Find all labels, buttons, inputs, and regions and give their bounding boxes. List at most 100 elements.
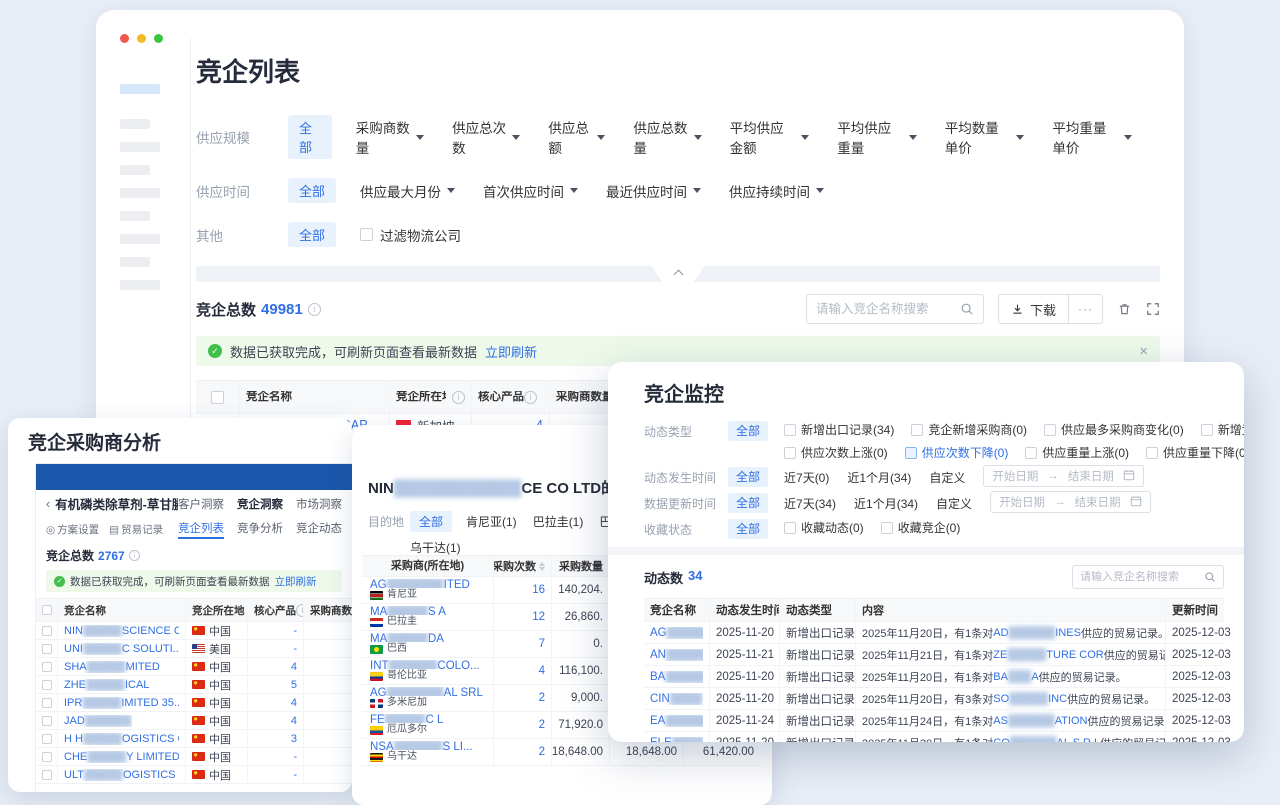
filter-dropdown[interactable]: 供应总数量 (633, 117, 701, 157)
row-checkbox[interactable] (36, 676, 58, 693)
purchase-times-cell[interactable]: 4 (494, 658, 552, 684)
filter-dropdown[interactable]: 平均数量单价 (945, 117, 1025, 157)
company-name-cell[interactable]: NIN█████SCIENCE C... (58, 622, 186, 639)
type-filter-checkbox[interactable]: 供应次数下降(0) (905, 444, 1009, 461)
purchaser-name[interactable]: AG███████ITED (370, 579, 470, 588)
company-name-cell[interactable]: SHA█████MITED (58, 658, 186, 675)
destination-all-chip[interactable]: 全部 (410, 511, 452, 532)
row-checkbox[interactable] (36, 766, 58, 783)
filter-all-chip[interactable]: 全部 (728, 467, 768, 487)
filter-dropdown[interactable]: 平均重量单价 (1052, 117, 1132, 157)
delete-button-toolbar[interactable] (1117, 302, 1132, 317)
toolbar-button[interactable]: ◎方案设置 (46, 522, 99, 537)
filter-all-chip[interactable]: 全部 (288, 222, 336, 247)
insight-tab[interactable]: 客户洞察 (178, 496, 224, 512)
minimize-window-icon[interactable] (137, 34, 146, 43)
destination-tab[interactable]: 乌干达(1) (410, 539, 461, 556)
destination-tab[interactable]: 肯尼亚(1) (466, 513, 517, 530)
company-name-cell[interactable]: IPR█████IMITED 35... (58, 694, 186, 711)
banner-close-icon[interactable]: × (1139, 343, 1148, 360)
filter-all-chip[interactable]: 全部 (728, 421, 768, 441)
company-name-cell[interactable]: ELE████NDU... (644, 732, 710, 742)
custom-range-option[interactable]: 自定义 (936, 493, 972, 512)
filter-dropdown[interactable]: 平均供应重量 (837, 117, 917, 157)
filter-dropdown[interactable]: 供应总额 (548, 117, 605, 157)
type-filter-checkbox[interactable]: 供应重量上涨(0) (1025, 444, 1129, 461)
insight-tab[interactable]: 市场洞察 (296, 496, 342, 512)
time-range-option[interactable]: 近7天(34) (784, 493, 836, 512)
purchaser-name[interactable]: FE█████C L (370, 714, 443, 723)
date-range-input[interactable]: 开始日期→结束日期 (990, 491, 1151, 513)
refresh-now-link[interactable]: 立即刷新 (485, 342, 537, 361)
row-checkbox[interactable] (36, 748, 58, 765)
purchase-times-cell[interactable]: 2 (494, 685, 552, 711)
time-range-option[interactable]: 近1个月(34) (854, 493, 918, 512)
breadcrumb[interactable]: ‹ 有机磷类除草剂-草甘膦 (46, 494, 178, 513)
core-products-cell[interactable]: 3 (248, 730, 304, 747)
row-checkbox[interactable] (36, 658, 58, 675)
company-name-cell[interactable]: UNI█████C SOLUTI... (58, 640, 186, 657)
filter-all-chip[interactable]: 全部 (288, 178, 336, 203)
destination-tab[interactable]: 巴拉圭(1) (533, 513, 584, 530)
purchaser-name[interactable]: NSA██████S LI... (370, 741, 473, 750)
row-checkbox[interactable] (36, 622, 58, 639)
insight-subtab[interactable]: 竞企动态 (296, 520, 342, 539)
purchase-times-cell[interactable]: 12 (494, 604, 552, 630)
date-range-input[interactable]: 开始日期→结束日期 (983, 465, 1144, 487)
competitor-search-input[interactable] (816, 302, 960, 316)
core-products-cell[interactable]: - (248, 766, 304, 783)
core-products-cell[interactable]: - (248, 748, 304, 765)
filter-dropdown[interactable]: 供应持续时间 (729, 181, 824, 201)
purchaser-name[interactable]: MA█████S A (370, 606, 446, 615)
company-name-cell[interactable]: H H█████OGISTICS C... (58, 730, 186, 747)
row-checkbox[interactable] (36, 712, 58, 729)
fav-filter-checkbox[interactable]: 收藏动态(0) (784, 519, 864, 536)
close-window-icon[interactable] (120, 34, 129, 43)
row-checkbox[interactable] (36, 694, 58, 711)
collapse-notch[interactable] (645, 266, 711, 282)
filter-dropdown[interactable]: 最近供应时间 (606, 181, 701, 201)
fullscreen-button[interactable] (1146, 302, 1160, 316)
filters-collapse-strip[interactable] (196, 266, 1160, 282)
toolbar-button[interactable]: ▤贸易记录 (109, 522, 163, 537)
company-name-cell[interactable]: JAD██████ (58, 712, 186, 729)
type-filter-checkbox[interactable]: 竞企新增采购商(0) (911, 421, 1027, 438)
filter-all-chip[interactable]: 全部 (728, 493, 768, 513)
more-button[interactable]: ··· (1069, 294, 1103, 324)
filter-dropdown[interactable]: 供应最大月份 (360, 181, 455, 201)
insight-tab[interactable]: 竞企洞察 (237, 496, 283, 512)
row-checkbox[interactable] (36, 640, 58, 657)
fav-filter-checkbox[interactable]: 收藏竞企(0) (881, 519, 961, 536)
type-filter-checkbox[interactable]: 供应最多采购商变化(0) (1044, 421, 1184, 438)
core-products-cell[interactable]: 5 (248, 676, 304, 693)
filter-dropdown[interactable]: 平均供应金额 (730, 117, 810, 157)
insight-subtab[interactable]: 竞企列表 (178, 520, 224, 539)
core-products-cell[interactable]: 4 (248, 694, 304, 711)
purchase-times-cell[interactable]: 2 (494, 712, 552, 738)
filter-checkbox[interactable]: 过滤物流公司 (360, 225, 461, 245)
insight-subtab[interactable]: 竞争分析 (237, 520, 283, 539)
type-filter-checkbox[interactable]: 供应次数上涨(0) (784, 444, 888, 461)
type-filter-checkbox[interactable]: 新增出口记录(34) (784, 421, 894, 438)
core-products-cell[interactable]: 4 (248, 658, 304, 675)
filter-all-chip[interactable]: 全部 (288, 115, 332, 159)
custom-range-option[interactable]: 自定义 (929, 467, 965, 486)
purchaser-name[interactable]: INT██████COLO... (370, 660, 480, 669)
core-products-cell[interactable]: - (248, 622, 304, 639)
company-name-cell[interactable]: CHE█████Y LIMITED (58, 748, 186, 765)
select-all-checkbox[interactable] (36, 599, 58, 621)
core-products-cell[interactable]: 4 (248, 712, 304, 729)
filter-dropdown[interactable]: 首次供应时间 (483, 181, 578, 201)
type-filter-checkbox[interactable]: 供应重量下降(0) (1146, 444, 1244, 461)
filter-all-chip[interactable]: 全部 (728, 519, 768, 539)
company-name-cell[interactable]: BA█████YER ... (644, 666, 710, 687)
select-all-checkbox[interactable] (196, 381, 240, 413)
company-name-cell[interactable]: AN█████BIO... (644, 644, 710, 665)
purchaser-name[interactable]: MA█████DA (370, 633, 444, 642)
company-name-cell[interactable]: EA█████O (644, 710, 710, 731)
purchase-times-cell[interactable]: 2 (494, 739, 552, 765)
sort-icon[interactable] (539, 562, 545, 571)
monitor-search-input[interactable] (1080, 571, 1204, 583)
filter-dropdown[interactable]: 采购商数量 (356, 117, 424, 157)
monitor-search[interactable] (1072, 565, 1224, 589)
